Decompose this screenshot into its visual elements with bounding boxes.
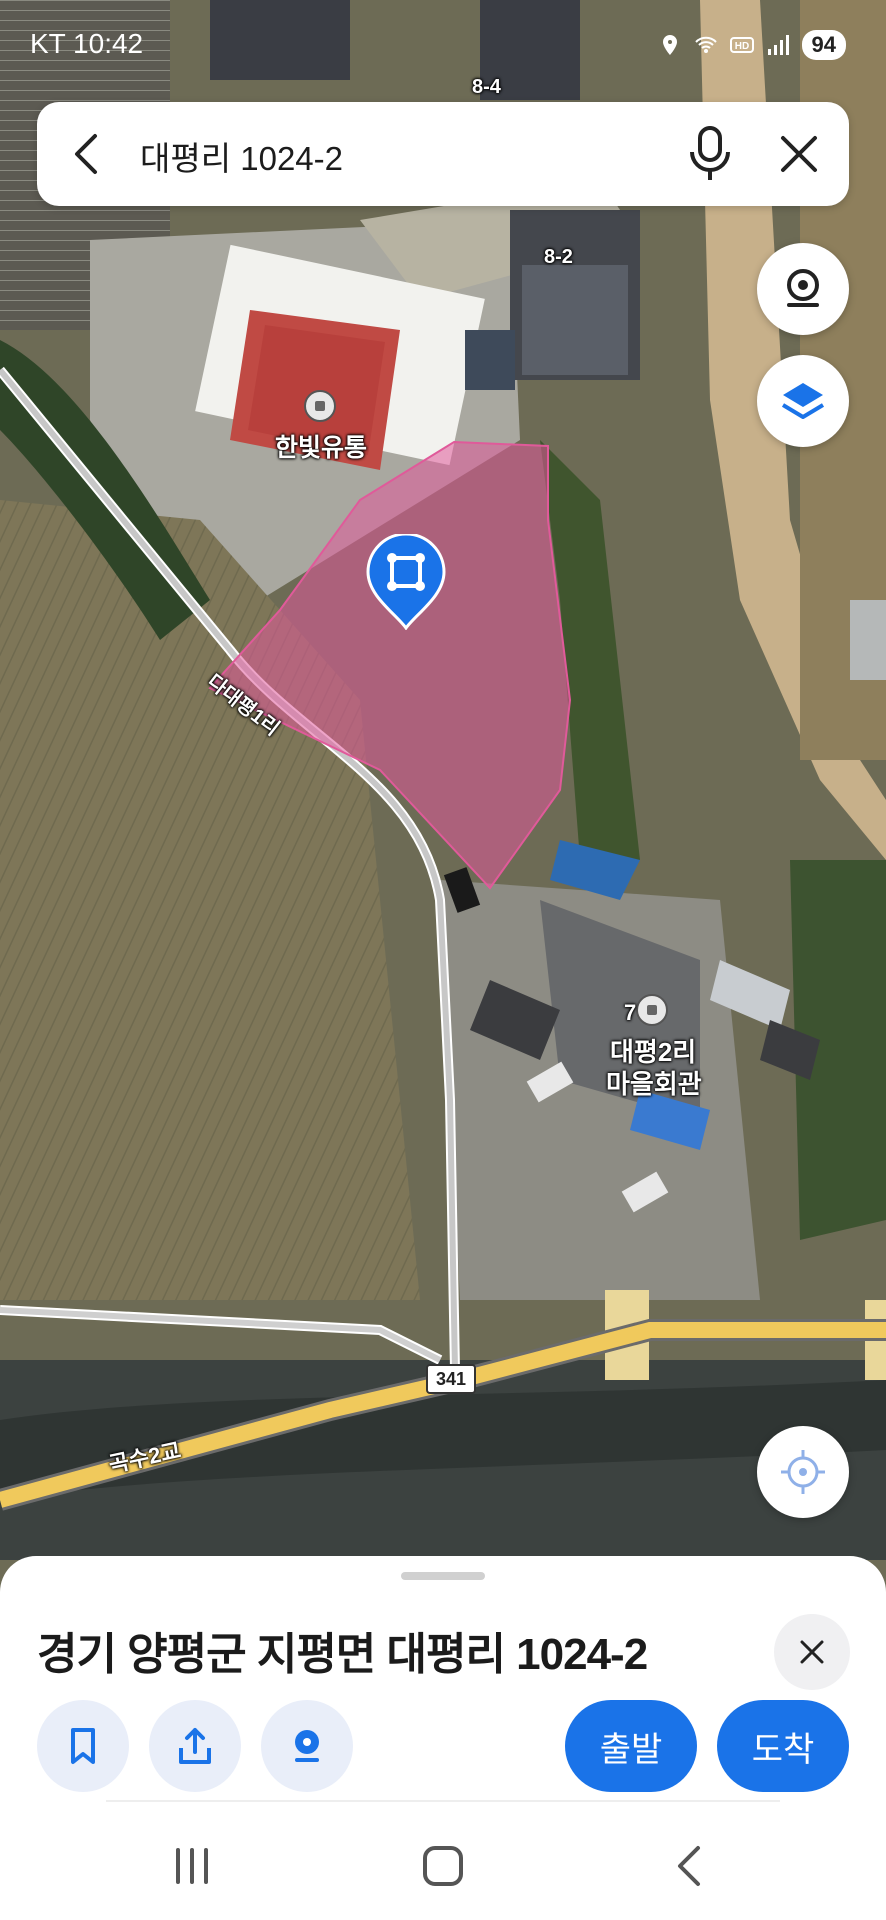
street-view-icon	[787, 269, 819, 307]
back-icon[interactable]	[660, 1836, 720, 1896]
arrive-button[interactable]: 도착	[717, 1700, 849, 1792]
my-location-button[interactable]	[757, 1426, 849, 1518]
map-label-building-8-2: 8-2	[544, 246, 573, 268]
mic-icon[interactable]	[682, 124, 738, 184]
my-location-icon	[781, 1450, 825, 1494]
status-bar: KT 10:42 HD 94	[0, 0, 886, 92]
location-icon	[662, 35, 677, 55]
parcel-pin-icon[interactable]	[366, 534, 446, 630]
bookmark-icon	[71, 1728, 95, 1764]
roadview-icon	[295, 1730, 319, 1762]
poi-marker-village-hall[interactable]	[636, 994, 668, 1026]
sheet-drag-handle[interactable]	[401, 1572, 485, 1580]
layers-button[interactable]	[757, 355, 849, 447]
back-icon[interactable]	[67, 130, 107, 178]
depart-button[interactable]: 출발	[565, 1700, 697, 1792]
map-label-hanbit[interactable]: 한빛유통	[275, 428, 367, 464]
close-icon[interactable]	[775, 130, 823, 178]
map-label-village-hall-number: 7	[624, 1000, 637, 1025]
street-view-button[interactable]	[757, 243, 849, 335]
hd-icon: HD	[729, 37, 754, 53]
system-nav-bar	[0, 1800, 886, 1920]
search-bar[interactable]: 대평리 1024-2	[37, 102, 849, 206]
wifi-icon	[694, 36, 717, 53]
map-label-village-hall-line2[interactable]: 마을회관	[606, 1064, 702, 1101]
place-address: 경기 양평군 지평면 대평리 1024-2	[37, 1630, 648, 1679]
share-icon	[179, 1728, 211, 1764]
recents-icon[interactable]	[162, 1836, 222, 1896]
sheet-close-button[interactable]	[774, 1614, 850, 1690]
roadview-button[interactable]	[261, 1700, 353, 1792]
battery-icon: 94	[801, 30, 846, 60]
poi-marker-hanbit[interactable]	[304, 390, 336, 422]
signal-icon	[767, 35, 789, 55]
home-icon[interactable]	[413, 1836, 473, 1896]
share-button[interactable]	[149, 1700, 241, 1792]
close-icon	[800, 1640, 824, 1664]
status-time: KT 10:42	[30, 28, 144, 59]
svg-text:HD: HD	[734, 41, 748, 52]
save-button[interactable]	[37, 1700, 129, 1792]
route-shield-341: 341	[426, 1364, 476, 1394]
nav-divider	[106, 1800, 780, 1802]
search-query[interactable]: 대평리 1024-2	[140, 132, 343, 180]
layers-icon	[781, 383, 825, 419]
